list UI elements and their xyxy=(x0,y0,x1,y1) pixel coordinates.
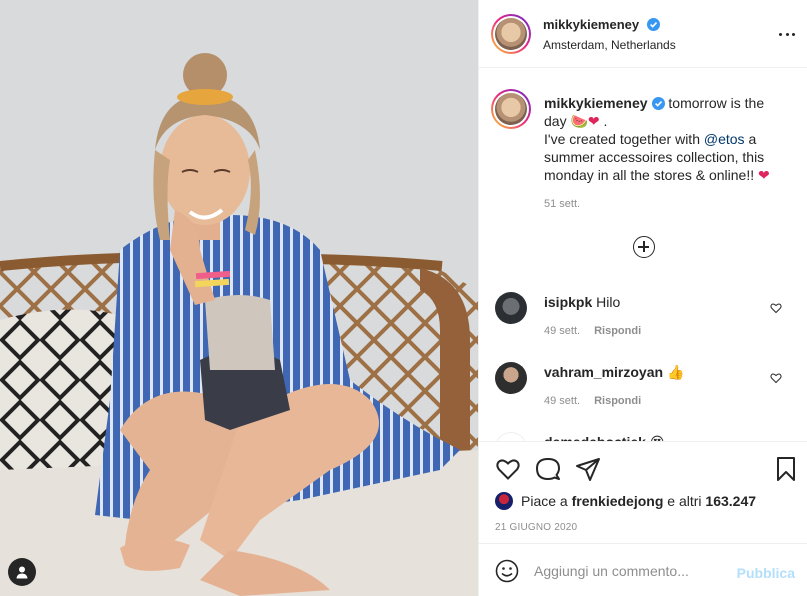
paper-plane-icon[interactable] xyxy=(575,456,601,482)
heart-emoji: ❤ xyxy=(587,113,600,129)
post-header: mikkykiemeney Amsterdam, Netherlands xyxy=(479,0,807,68)
load-more-comments-button[interactable] xyxy=(633,236,655,258)
post-side-panel: mikkykiemeney Amsterdam, Netherlands mik… xyxy=(478,0,807,596)
likes-summary: Piace a frenkiedejong e altri 163.247 xyxy=(495,492,756,510)
comment-avatar[interactable] xyxy=(495,362,527,394)
comment-item: vahram_mirzoyan 👍 49 sett. Rispondi xyxy=(479,360,807,430)
comment-username[interactable]: vahram_mirzoyan xyxy=(544,364,663,380)
post-date[interactable]: 21 GIUGNO 2020 xyxy=(495,522,577,533)
user-tags-button[interactable] xyxy=(8,558,36,586)
comment-item: isipkpk Hilo 49 sett. Rispondi xyxy=(479,290,807,360)
post-location[interactable]: Amsterdam, Netherlands xyxy=(543,38,676,52)
comment-avatar[interactable] xyxy=(495,292,527,324)
comment-username[interactable]: isipkpk xyxy=(544,294,592,310)
smiley-icon[interactable] xyxy=(495,559,519,583)
heart-emoji: ❤ xyxy=(758,167,770,183)
user-tag-icon xyxy=(16,566,28,579)
comment-text: Hilo xyxy=(596,294,621,310)
comment-text: 😍 xyxy=(650,434,665,441)
comments-section: mikkykiemeney tomorrow is the day 🍉❤ . I… xyxy=(479,69,807,441)
reply-button[interactable]: Rispondi xyxy=(594,395,641,407)
add-comment-bar: Pubblica xyxy=(479,543,807,596)
watermelon-emoji: 🍉 xyxy=(570,113,588,129)
heart-icon[interactable] xyxy=(770,372,782,384)
verified-badge-icon xyxy=(646,18,660,31)
comment-text: 👍 xyxy=(666,364,685,380)
mention-link[interactable]: @etos xyxy=(704,131,745,147)
bookmark-icon[interactable] xyxy=(773,456,799,482)
author-avatar[interactable] xyxy=(491,14,531,54)
reply-button[interactable]: Rispondi xyxy=(594,325,641,337)
author-username[interactable]: mikkykiemeney xyxy=(543,17,660,32)
post-actions: Piace a frenkiedejong e altri 163.247 21… xyxy=(479,441,807,543)
more-options-button[interactable] xyxy=(779,26,795,42)
liker-username[interactable]: frenkiedejong xyxy=(572,493,664,509)
publish-button[interactable]: Pubblica xyxy=(737,565,795,581)
comment-bubble-icon[interactable] xyxy=(535,456,561,482)
post-photo[interactable] xyxy=(0,0,478,596)
verified-badge-icon xyxy=(651,97,665,110)
comment-time[interactable]: 49 sett. xyxy=(544,395,580,407)
more-horizontal-icon xyxy=(779,32,782,36)
caption-timestamp[interactable]: 51 sett. xyxy=(544,198,580,210)
post-image xyxy=(0,0,478,596)
heart-icon[interactable] xyxy=(770,302,782,314)
caption-text: mikkykiemeney tomorrow is the day 🍉❤ . I… xyxy=(544,95,770,183)
caption-username[interactable]: mikkykiemeney xyxy=(544,95,648,111)
liker-avatar[interactable] xyxy=(495,492,513,510)
comment-time[interactable]: 49 sett. xyxy=(544,325,580,337)
comment-username[interactable]: demedeboctiek xyxy=(544,434,646,441)
comment-item: demedeboctiek 😍 xyxy=(479,430,807,441)
comment-input[interactable] xyxy=(534,556,734,586)
heart-icon[interactable] xyxy=(495,456,521,482)
caption-avatar[interactable] xyxy=(491,89,531,129)
comment-avatar[interactable] xyxy=(495,432,527,441)
likes-count[interactable]: 163.247 xyxy=(705,493,756,509)
